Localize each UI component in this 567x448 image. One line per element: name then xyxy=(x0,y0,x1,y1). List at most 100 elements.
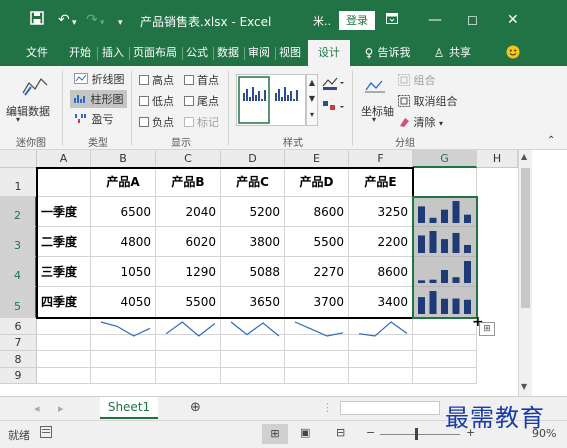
value-cell[interactable]: 1290 xyxy=(156,257,221,287)
sheet-tab-sheet1[interactable]: Sheet1 xyxy=(100,397,158,419)
row-header-9[interactable]: 9 xyxy=(0,368,37,384)
value-cell[interactable]: 2040 xyxy=(156,197,221,227)
sparkline-color-button[interactable] xyxy=(322,76,344,93)
value-cell[interactable]: 3700 xyxy=(285,287,349,318)
edit-data-icon[interactable] xyxy=(22,75,48,100)
cell[interactable] xyxy=(349,351,413,368)
worksheet-grid[interactable]: ▲ ▼ A B C D E F G H 1 2 3 4 5 6 7 8 9 产品A 产品B 产品C 产品D 产品E 一季度 6… xyxy=(0,150,567,396)
cell[interactable] xyxy=(349,368,413,384)
minimize-icon[interactable]: — xyxy=(428,11,442,29)
edit-data-button[interactable]: 编辑数据 xyxy=(6,103,50,119)
axis-dropdown-icon[interactable]: ▾ xyxy=(372,115,376,124)
page-break-view-icon[interactable]: ⊟ xyxy=(336,426,345,439)
share-button[interactable]: 共享 xyxy=(446,40,474,66)
value-cell[interactable]: 8600 xyxy=(285,197,349,227)
cell[interactable] xyxy=(285,351,349,368)
value-cell[interactable]: 3800 xyxy=(221,227,285,257)
last-point-checkbox[interactable]: 尾点 xyxy=(184,93,219,109)
login-button[interactable]: 登录 xyxy=(339,11,375,30)
tell-me-box[interactable]: 告诉我 xyxy=(376,40,412,66)
scroll-down-icon[interactable]: ▼ xyxy=(521,382,527,391)
next-sheet-icon[interactable]: ▸ xyxy=(58,402,64,415)
tab-insert[interactable]: 插入 xyxy=(100,40,126,66)
zoom-slider-thumb[interactable] xyxy=(415,428,418,440)
high-point-checkbox[interactable]: 高点 xyxy=(139,72,174,88)
cell[interactable] xyxy=(37,335,91,351)
value-cell[interactable]: 3400 xyxy=(349,287,413,318)
row-header-5[interactable]: 5 xyxy=(0,287,37,318)
marker-color-button[interactable] xyxy=(322,100,344,117)
cell[interactable] xyxy=(221,351,285,368)
zoom-slider[interactable] xyxy=(380,434,460,435)
tab-formulas[interactable]: 公式 xyxy=(184,40,210,66)
ungroup-button[interactable]: 取消组合 xyxy=(398,93,458,109)
row-header-1[interactable]: 1 xyxy=(0,168,37,197)
line-sparkline-button[interactable]: 折线图 xyxy=(74,71,125,87)
column-header-e[interactable]: E xyxy=(285,150,349,168)
quarter-label-cell[interactable]: 三季度 xyxy=(37,257,91,287)
cell[interactable] xyxy=(37,351,91,368)
tab-review[interactable]: 审阅 xyxy=(246,40,272,66)
sparkline-style-gallery[interactable] xyxy=(236,74,306,126)
column-header-g[interactable]: G xyxy=(413,150,477,168)
value-cell[interactable]: 4800 xyxy=(91,227,156,257)
quarter-label-cell[interactable]: 四季度 xyxy=(37,287,91,318)
cell[interactable] xyxy=(156,351,221,368)
redo-icon[interactable]: ↷ xyxy=(86,11,98,29)
value-cell[interactable]: 1050 xyxy=(91,257,156,287)
column-label-cell[interactable]: 产品E xyxy=(349,168,413,197)
quick-analysis-icon[interactable]: ⊞ xyxy=(479,322,495,336)
cell[interactable] xyxy=(413,368,477,384)
cell[interactable] xyxy=(37,168,91,197)
tab-page-layout[interactable]: 页面布局 xyxy=(131,40,179,66)
column-header-f[interactable]: F xyxy=(349,150,413,168)
column-header-d[interactable]: D xyxy=(221,150,285,168)
collapse-ribbon-icon[interactable]: ⌃ xyxy=(547,135,555,146)
row-header-2[interactable]: 2 xyxy=(0,197,37,227)
value-cell[interactable]: 3650 xyxy=(221,287,285,318)
axis-icon[interactable] xyxy=(364,78,386,101)
cell[interactable] xyxy=(156,368,221,384)
cell[interactable] xyxy=(413,351,477,368)
value-cell[interactable]: 5088 xyxy=(221,257,285,287)
value-cell[interactable]: 4050 xyxy=(91,287,156,318)
quarter-label-cell[interactable]: 二季度 xyxy=(37,227,91,257)
normal-view-icon[interactable]: ⊞ xyxy=(262,424,288,444)
row-header-4[interactable]: 4 xyxy=(0,257,37,287)
cell[interactable] xyxy=(37,368,91,384)
cell[interactable] xyxy=(285,368,349,384)
column-header-a[interactable]: A xyxy=(37,150,91,168)
undo-icon[interactable]: ↶ xyxy=(58,11,70,29)
save-icon[interactable] xyxy=(30,11,44,30)
cell[interactable] xyxy=(91,351,156,368)
column-header-h[interactable]: H xyxy=(477,150,518,168)
row-header-3[interactable]: 3 xyxy=(0,227,37,257)
clear-dropdown-icon[interactable]: ▾ xyxy=(439,119,443,128)
page-layout-view-icon[interactable]: ▣ xyxy=(300,426,310,439)
negative-point-checkbox[interactable]: 负点 xyxy=(139,114,174,130)
ribbon-display-icon[interactable] xyxy=(386,11,398,29)
low-point-checkbox[interactable]: 低点 xyxy=(139,93,174,109)
cell[interactable] xyxy=(221,368,285,384)
value-cell[interactable]: 5500 xyxy=(285,227,349,257)
cell[interactable] xyxy=(413,318,477,335)
tab-file[interactable]: 文件 xyxy=(24,40,50,66)
style-gallery-scroll[interactable]: ▲ ▼ ▾ xyxy=(306,74,318,126)
undo-dropdown-icon[interactable]: ▾ xyxy=(72,14,77,32)
vertical-scrollbar[interactable]: ▲ ▼ xyxy=(518,150,532,396)
row-header-7[interactable]: 7 xyxy=(0,335,37,351)
tab-splitter[interactable]: ⋮ xyxy=(322,401,333,414)
prev-sheet-icon[interactable]: ◂ xyxy=(34,402,40,415)
winloss-sparkline-button[interactable]: 盈亏 xyxy=(74,111,114,127)
scroll-thumb[interactable] xyxy=(521,168,530,308)
horizontal-scrollbar[interactable] xyxy=(340,401,440,415)
column-label-cell[interactable]: 产品B xyxy=(156,168,221,197)
cell[interactable] xyxy=(91,368,156,384)
quarter-label-cell[interactable]: 一季度 xyxy=(37,197,91,227)
cell[interactable] xyxy=(413,168,477,197)
tab-data[interactable]: 数据 xyxy=(215,40,241,66)
clear-button[interactable]: 清除 ▾ xyxy=(398,114,443,130)
smiley-icon[interactable] xyxy=(505,40,521,66)
value-cell[interactable]: 6020 xyxy=(156,227,221,257)
column-label-cell[interactable]: 产品C xyxy=(221,168,285,197)
